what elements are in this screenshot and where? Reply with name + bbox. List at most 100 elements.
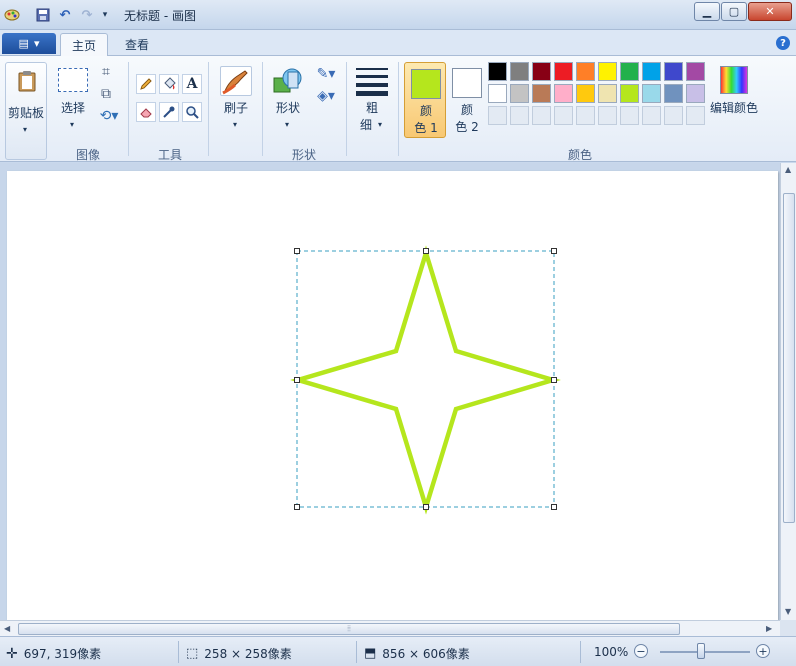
title-bar: ↶ ↷ ▾ 无标题 - 画图 ▁ ▢ ✕ — [0, 0, 796, 30]
palette-empty-slot[interactable] — [620, 106, 639, 125]
color1-button[interactable]: 颜 色 1 — [404, 62, 446, 138]
scroll-up-icon[interactable]: ▲ — [785, 165, 791, 174]
color2-button[interactable]: 颜 色 2 — [446, 62, 488, 138]
palette-empty-slot[interactable] — [642, 106, 661, 125]
palette-empty-slot[interactable] — [576, 106, 595, 125]
group-divider — [398, 62, 399, 156]
tab-view[interactable]: 查看 — [114, 33, 160, 56]
color1-swatch — [411, 69, 441, 99]
color-picker-icon[interactable] — [159, 102, 179, 122]
palette-empty-slot[interactable] — [554, 106, 573, 125]
crop-icon[interactable]: ⌗ — [96, 62, 116, 82]
fill-icon[interactable]: ◈▾ — [312, 86, 340, 106]
color2-swatch — [452, 68, 482, 98]
scroll-left-icon[interactable]: ◀ — [4, 624, 10, 633]
scroll-right-icon[interactable]: ▶ — [766, 624, 772, 633]
edit-colors-button[interactable]: 编辑颜色 — [708, 62, 760, 136]
palette-color-swatch[interactable] — [532, 62, 551, 81]
eraser-icon[interactable] — [136, 102, 156, 122]
select-button[interactable]: 选择 ▾ — [54, 62, 92, 136]
vertical-scroll-thumb[interactable] — [783, 193, 795, 523]
resize-icon[interactable]: ⧉ — [96, 84, 116, 104]
image-group-label: 图像 — [75, 148, 100, 162]
menu-icon: ▤ — [18, 37, 29, 50]
palette-color-swatch[interactable] — [686, 62, 705, 81]
palette-color-swatch[interactable] — [576, 84, 595, 103]
size-button[interactable]: 粗 细 ▾ — [352, 62, 392, 138]
zoom-slider-thumb[interactable] — [697, 643, 705, 659]
paint-app-icon[interactable] — [3, 6, 21, 24]
clipboard-label: 剪贴板 — [7, 106, 44, 120]
customize-toolbar-icon[interactable]: ▾ — [98, 6, 112, 24]
scroll-down-icon[interactable]: ▼ — [785, 607, 791, 616]
zoom-slider-track[interactable] — [660, 651, 750, 653]
clipboard-button[interactable]: 剪贴板 ▾ — [5, 62, 47, 160]
palette-color-swatch[interactable] — [554, 84, 573, 103]
maximize-icon: ▢ — [728, 5, 740, 18]
selection-size-text: 258 × 258像素 — [204, 647, 292, 661]
palette-color-swatch[interactable] — [642, 84, 661, 103]
close-button[interactable]: ✕ — [748, 2, 792, 21]
rotate-icon[interactable]: ⟲▾ — [96, 106, 122, 126]
palette-empty-slot[interactable] — [598, 106, 617, 125]
palette-color-swatch[interactable] — [620, 84, 639, 103]
zoom-level: 100% — [594, 645, 628, 659]
palette-empty-slot[interactable] — [686, 106, 705, 125]
minimize-button[interactable]: ▁ — [694, 2, 720, 21]
fill-bucket-icon[interactable] — [159, 74, 179, 94]
help-icon[interactable]: ? — [776, 36, 790, 50]
zoom-in-button[interactable]: + — [756, 644, 770, 658]
redo-icon[interactable]: ↷ — [78, 6, 96, 24]
outline-icon[interactable]: ✎▾ — [312, 64, 340, 84]
palette-color-swatch[interactable] — [642, 62, 661, 81]
color2-label-line1: 颜 — [460, 103, 473, 117]
group-divider — [346, 62, 347, 156]
brushes-button[interactable]: 刷子 ▾ — [214, 62, 258, 136]
magnifier-icon[interactable] — [182, 102, 202, 122]
paint-menu-button[interactable]: ▤ ▾ — [2, 33, 56, 54]
cursor-position: ✛ 697, 319像素 — [6, 645, 101, 662]
palette-color-swatch[interactable] — [598, 84, 617, 103]
text-tool-icon[interactable]: A — [182, 74, 202, 94]
horizontal-scrollbar[interactable]: ◀ ⦙⦙ ▶ — [0, 620, 780, 636]
palette-empty-slot[interactable] — [488, 106, 507, 125]
palette-color-swatch[interactable] — [554, 62, 573, 81]
palette-color-swatch[interactable] — [532, 84, 551, 103]
maximize-button[interactable]: ▢ — [721, 2, 747, 21]
status-bar: ✛ 697, 319像素 ⬚ 258 × 258像素 ⬒ 856 × 606像素… — [0, 636, 796, 666]
edit-colors-label: 编辑颜色 — [709, 101, 758, 115]
palette-color-swatch[interactable] — [576, 62, 595, 81]
palette-color-swatch[interactable] — [510, 84, 529, 103]
color1-label-line2: 色 1 — [414, 121, 438, 135]
group-divider — [128, 62, 129, 156]
save-icon[interactable] — [34, 6, 52, 24]
palette-color-swatch[interactable] — [664, 84, 683, 103]
selection-handles[interactable] — [294, 248, 557, 510]
palette-empty-slot[interactable] — [664, 106, 683, 125]
palette-empty-slot[interactable] — [510, 106, 529, 125]
palette-color-swatch[interactable] — [488, 84, 507, 103]
size-label-line1: 粗 — [365, 101, 378, 115]
vertical-scrollbar[interactable]: ▲ ▼ — [780, 163, 796, 620]
palette-color-swatch[interactable] — [598, 62, 617, 81]
palette-color-swatch[interactable] — [620, 62, 639, 81]
palette-empty-slot[interactable] — [532, 106, 551, 125]
palette-color-swatch[interactable] — [488, 62, 507, 81]
tools-group-label: 工具 — [157, 148, 182, 162]
tab-home[interactable]: 主页 — [60, 33, 108, 56]
zoom-out-button[interactable]: − — [634, 644, 648, 658]
shapes-button[interactable]: 形状 ▾ — [268, 62, 308, 136]
chevron-down-icon: ▾ — [33, 37, 40, 50]
undo-icon[interactable]: ↶ — [56, 6, 74, 24]
palette-color-swatch[interactable] — [510, 62, 529, 81]
palette-color-swatch[interactable] — [664, 62, 683, 81]
palette-color-swatch[interactable] — [686, 84, 705, 103]
drawing-canvas[interactable] — [7, 171, 778, 620]
horizontal-scroll-thumb[interactable]: ⦙⦙ — [18, 623, 680, 635]
canvas-svg — [290, 245, 561, 515]
cursor-position-text: 697, 319像素 — [23, 647, 102, 661]
window-title: 无标题 - 画图 — [124, 9, 196, 23]
clipboard-icon — [16, 69, 38, 93]
selection-box[interactable] — [296, 250, 555, 508]
pencil-icon[interactable] — [136, 74, 156, 94]
